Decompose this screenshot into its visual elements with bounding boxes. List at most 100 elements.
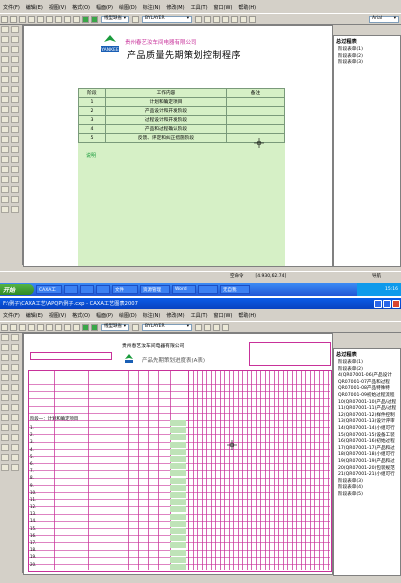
image-tool-icon[interactable] xyxy=(1,156,9,163)
close-icon[interactable] xyxy=(392,299,400,308)
save-icon[interactable] xyxy=(19,323,26,331)
tree-item[interactable]: 14(QR07001-14)小组可行 xyxy=(334,426,400,433)
menu-help[interactable]: 帮助(H) xyxy=(235,312,259,319)
center-tool-icon[interactable] xyxy=(11,196,19,203)
bottom-drawing-canvas[interactable]: 贵州春艺汝车间电器有限公司 产品先期策划进度表(A表) 阶段一：计划和确定项目 … xyxy=(23,333,333,575)
rotate-tool-icon[interactable] xyxy=(11,76,19,83)
cell-tool-icon[interactable] xyxy=(11,434,19,441)
taskbar-item[interactable] xyxy=(96,285,110,294)
open-icon[interactable] xyxy=(10,323,17,331)
open-icon[interactable] xyxy=(10,15,17,23)
pan-icon[interactable] xyxy=(222,323,229,331)
table-tool-icon[interactable] xyxy=(1,434,9,441)
menu-modify[interactable]: 修改(M) xyxy=(163,4,187,11)
symbol-tool-icon[interactable] xyxy=(11,156,19,163)
match-icon[interactable] xyxy=(195,323,202,331)
redo-icon[interactable] xyxy=(73,323,80,331)
zoom-icon[interactable] xyxy=(213,15,220,23)
taskbar-item[interactable] xyxy=(80,285,94,294)
tolerance-tool-icon[interactable] xyxy=(11,176,19,183)
save-icon[interactable] xyxy=(19,15,26,23)
refresh-icon[interactable] xyxy=(231,15,238,23)
scale-tool-icon[interactable] xyxy=(11,394,19,401)
line-tool-icon[interactable] xyxy=(1,334,9,341)
tree-item[interactable]: 13(QR07001-13)设计评审 xyxy=(334,419,400,426)
tree-item[interactable]: 11(QR07001-11)产品/过程 xyxy=(334,406,400,413)
cut-icon[interactable] xyxy=(37,15,44,23)
break-tool-icon[interactable] xyxy=(1,126,9,133)
layer-combo[interactable]: BYLAYER ▾ xyxy=(142,15,192,23)
tree-item[interactable]: 阶段表单(3) xyxy=(334,60,400,67)
rough-tool-icon[interactable] xyxy=(11,186,19,193)
erase-tool-icon[interactable] xyxy=(11,126,19,133)
taskbar-item[interactable] xyxy=(198,285,218,294)
paste-icon[interactable] xyxy=(55,15,62,23)
array-tool-icon[interactable] xyxy=(11,106,19,113)
datum-tool-icon[interactable] xyxy=(1,196,9,203)
arc-tool-icon[interactable] xyxy=(1,344,9,351)
new-icon[interactable] xyxy=(1,323,8,331)
cell-tool-icon[interactable] xyxy=(11,136,19,143)
insert-tool-icon[interactable] xyxy=(11,146,19,153)
menu-tools[interactable]: 工具(T) xyxy=(188,4,211,11)
taskbar-item[interactable]: 无自我 xyxy=(220,285,250,294)
menu-edit[interactable]: 编辑(E) xyxy=(23,4,46,11)
polyline-tool-icon[interactable] xyxy=(1,46,9,53)
move-tool-icon[interactable] xyxy=(1,384,9,391)
menu-window[interactable]: 窗口(W) xyxy=(211,312,236,319)
spline-tool-icon[interactable] xyxy=(11,46,19,53)
circle-tool-icon[interactable] xyxy=(11,26,19,33)
weld-tool-icon[interactable] xyxy=(1,186,9,193)
leader-tool-icon[interactable] xyxy=(11,166,19,173)
title-tool-icon[interactable] xyxy=(1,206,9,213)
menu-tools[interactable]: 工具(T) xyxy=(188,312,211,319)
point-tool-icon[interactable] xyxy=(11,66,19,73)
zoom-icon[interactable] xyxy=(213,323,220,331)
table-row[interactable]: 1 计划和确定项目 xyxy=(78,97,285,107)
new-icon[interactable] xyxy=(1,15,8,23)
settings-icon[interactable] xyxy=(249,15,256,23)
menu-dimension[interactable]: 标注(N) xyxy=(140,312,164,319)
trim-tool-icon[interactable] xyxy=(1,96,9,103)
menu-modify[interactable]: 修改(M) xyxy=(163,312,187,319)
copy-icon[interactable] xyxy=(46,15,53,23)
tree-item[interactable]: QR07001-09初始过程流程 xyxy=(334,393,400,400)
linetype-combo[interactable]: 线型缺省 ▾ xyxy=(101,15,129,23)
hatch-tool-icon[interactable] xyxy=(11,364,19,371)
menu-window[interactable]: 窗口(W) xyxy=(211,4,236,11)
menu-format[interactable]: 格式(O) xyxy=(69,4,93,11)
linetype-combo[interactable]: 线型缺省 ▾ xyxy=(101,323,129,331)
taskbar-item[interactable] xyxy=(64,285,78,294)
ellipse-tool-icon[interactable] xyxy=(1,56,9,63)
arrow-right-icon[interactable] xyxy=(91,323,98,331)
undo-icon[interactable] xyxy=(64,15,71,23)
trim-tool-icon[interactable] xyxy=(1,404,9,411)
block-tool-icon[interactable] xyxy=(1,444,9,451)
cut-icon[interactable] xyxy=(37,323,44,331)
undo-icon[interactable] xyxy=(64,323,71,331)
tree-item[interactable]: 4(QR07001-06)产品设计 xyxy=(334,373,400,380)
text-tool-icon[interactable] xyxy=(1,66,9,73)
tree-item[interactable]: 阶段表单(1) xyxy=(334,47,400,54)
mirror-tool-icon[interactable] xyxy=(1,394,9,401)
dim-tool-icon[interactable] xyxy=(1,454,9,461)
print-icon[interactable] xyxy=(28,15,35,23)
text-tool-icon[interactable] xyxy=(1,374,9,381)
layer-combo[interactable]: BYLAYER ▾ xyxy=(142,323,192,331)
menu-draw[interactable]: 绘图(D) xyxy=(116,4,140,11)
dim-tool-icon[interactable] xyxy=(1,166,9,173)
table-row[interactable]: 3 过程设计和开发阶段 xyxy=(78,115,285,125)
spline-tool-icon[interactable] xyxy=(11,354,19,361)
polyline-tool-icon[interactable] xyxy=(1,354,9,361)
chamfer-tool-icon[interactable] xyxy=(11,116,19,123)
tree-item[interactable]: 阶段表单(5) xyxy=(334,492,400,499)
pan-icon[interactable] xyxy=(222,15,229,23)
block-tool-icon[interactable] xyxy=(1,146,9,153)
grid-icon[interactable] xyxy=(240,15,247,23)
array-tool-icon[interactable] xyxy=(11,414,19,421)
rect-tool-icon[interactable] xyxy=(11,344,19,351)
paste-icon[interactable] xyxy=(55,323,62,331)
redo-icon[interactable] xyxy=(73,15,80,23)
move-tool-icon[interactable] xyxy=(1,76,9,83)
status-mode[interactable]: 导航 xyxy=(372,273,381,279)
